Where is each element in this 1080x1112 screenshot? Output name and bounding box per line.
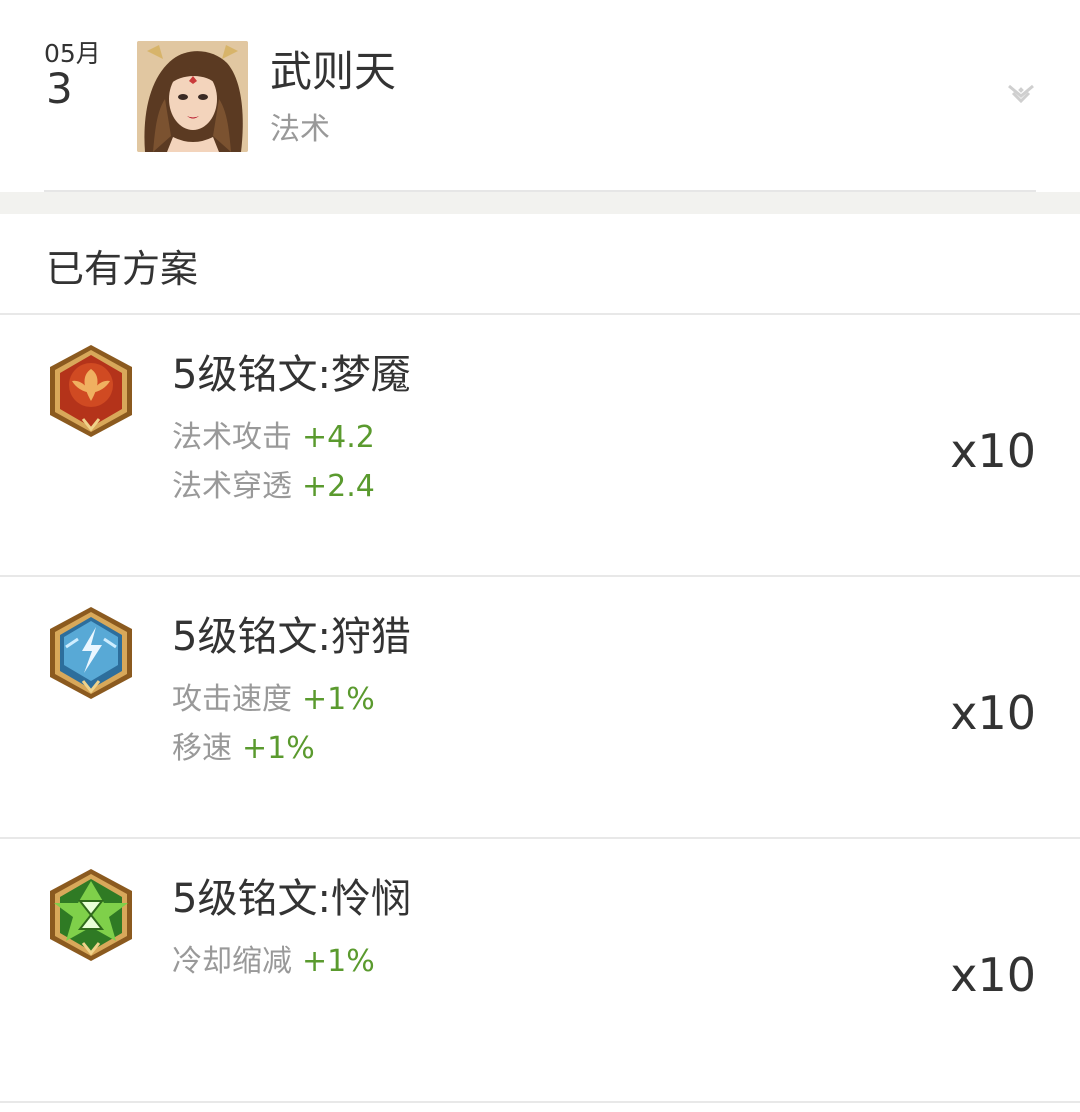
rune-count: x10 [950,424,1036,478]
hero-header[interactable]: 05月 3 武则天 法术 [0,0,1080,192]
stat-value: +1% [302,682,375,717]
stat-name: 法术穿透 [172,469,292,504]
section-title: 已有方案 [0,214,1080,315]
stat-value: +1% [242,731,315,766]
blue-rune-icon [46,605,136,701]
stat-value: +1% [302,944,375,979]
rune-count: x10 [950,686,1036,740]
rune-stat: 法术攻击 +4.2 [172,413,375,462]
double-chevron-down-icon[interactable] [1004,80,1038,110]
stat-name: 冷却缩减 [172,944,292,979]
stat-value: +2.4 [302,469,375,504]
hero-name: 武则天 [270,47,397,96]
rune-title: 5级铭文:狩猎 [172,614,411,660]
hero-role: 法术 [270,112,330,147]
rune-stats: 冷却缩减 +1% [172,937,375,986]
red-rune-icon [46,343,136,439]
rune-stats: 法术攻击 +4.2 法术穿透 +2.4 [172,413,375,511]
rune-count: x10 [950,948,1036,1002]
date-block: 05月 3 [44,40,114,110]
section-gap [0,192,1080,214]
hero-avatar [137,41,248,152]
rune-title: 5级铭文:梦魇 [172,352,411,398]
rune-stat: 移速 +1% [172,724,375,773]
rune-stats: 攻击速度 +1% 移速 +1% [172,675,375,773]
date-day: 3 [46,64,73,113]
rune-item[interactable]: 5级铭文:狩猎 攻击速度 +1% 移速 +1% x10 [0,577,1080,839]
rune-stat: 攻击速度 +1% [172,675,375,724]
rune-item[interactable]: 5级铭文:怜悯 冷却缩减 +1% x10 [0,839,1080,1103]
stat-value: +4.2 [302,420,375,455]
header-divider [44,190,1036,192]
stat-name: 移速 [172,731,232,766]
stat-name: 法术攻击 [172,420,292,455]
rune-list: 5级铭文:梦魇 法术攻击 +4.2 法术穿透 +2.4 x10 5级铭文:狩猎 攻击… [0,315,1080,1103]
rune-item[interactable]: 5级铭文:梦魇 法术攻击 +4.2 法术穿透 +2.4 x10 [0,315,1080,577]
rune-stat: 冷却缩减 +1% [172,937,375,986]
rune-stat: 法术穿透 +2.4 [172,462,375,511]
green-rune-icon [46,867,136,963]
rune-title: 5级铭文:怜悯 [172,876,411,922]
stat-name: 攻击速度 [172,682,292,717]
